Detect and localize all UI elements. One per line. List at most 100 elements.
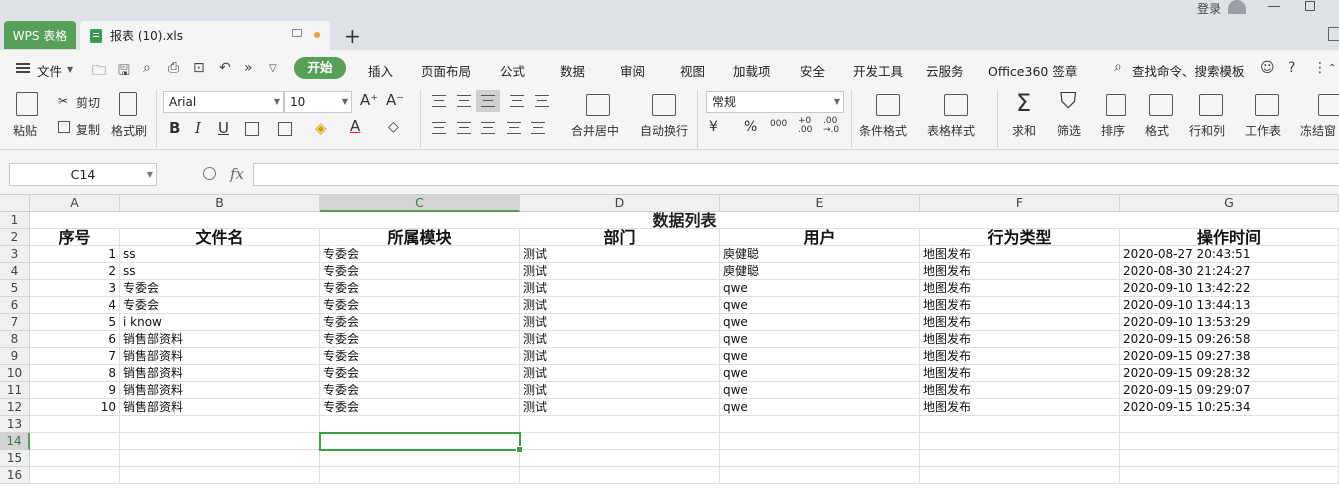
cell[interactable] <box>30 467 120 484</box>
data-cell[interactable]: 2 <box>30 263 120 280</box>
data-cell[interactable]: 2020-09-15 09:29:07 <box>1120 382 1339 399</box>
data-cell[interactable]: 销售部资料 <box>120 365 320 382</box>
filter-icon[interactable]: ⛉ <box>1060 89 1077 114</box>
data-cell[interactable]: 专委会 <box>320 280 520 297</box>
data-cell[interactable]: 地图发布 <box>920 365 1120 382</box>
bold-icon[interactable]: B <box>169 119 180 137</box>
data-cell[interactable]: 地图发布 <box>920 399 1120 416</box>
row-header-7[interactable]: 7 <box>0 314 30 331</box>
header-cell[interactable]: 行为类型 <box>920 229 1120 246</box>
data-cell[interactable]: 测试 <box>520 382 720 399</box>
row-header-9[interactable]: 9 <box>0 348 30 365</box>
minimize-icon[interactable] <box>1268 6 1280 7</box>
cell[interactable] <box>30 450 120 467</box>
cell[interactable] <box>30 416 120 433</box>
cell[interactable] <box>720 433 920 450</box>
more-icon[interactable]: » <box>244 60 253 76</box>
data-cell[interactable]: 地图发布 <box>920 280 1120 297</box>
cell-style-icon[interactable] <box>278 122 292 136</box>
font-color-icon[interactable]: A <box>350 117 360 135</box>
format-icon[interactable] <box>1149 94 1173 116</box>
data-cell[interactable]: 测试 <box>520 246 720 263</box>
data-cell[interactable]: 专委会 <box>320 348 520 365</box>
data-cell[interactable]: 2020-08-27 20:43:51 <box>1120 246 1339 263</box>
cell[interactable] <box>920 450 1120 467</box>
align-left-icon[interactable] <box>432 122 446 134</box>
command-search[interactable]: 查找命令、搜索模板 <box>1132 61 1245 80</box>
save-icon[interactable]: 🖫 <box>118 60 130 84</box>
data-cell[interactable]: 测试 <box>520 314 720 331</box>
name-box[interactable]: C14 ▼ <box>9 163 157 186</box>
data-cell[interactable]: 专委会 <box>320 314 520 331</box>
currency-icon[interactable]: ¥ <box>709 119 718 135</box>
data-cell[interactable]: 专委会 <box>120 280 320 297</box>
header-cell[interactable]: 用户 <box>720 229 920 246</box>
row-header-2[interactable]: 2 <box>0 229 30 246</box>
data-cell[interactable]: 专委会 <box>320 382 520 399</box>
column-header-g[interactable]: G <box>1120 195 1339 212</box>
paste-icon[interactable] <box>16 92 38 116</box>
data-cell[interactable]: 1 <box>30 246 120 263</box>
cell[interactable] <box>320 467 520 484</box>
data-cell[interactable]: 5 <box>30 314 120 331</box>
header-cell[interactable]: 文件名 <box>120 229 320 246</box>
data-cell[interactable]: 10 <box>30 399 120 416</box>
data-cell[interactable]: qwe <box>720 331 920 348</box>
justify-icon[interactable] <box>507 122 521 134</box>
data-cell[interactable]: 地图发布 <box>920 314 1120 331</box>
indent-increase-icon[interactable] <box>535 95 549 107</box>
cell[interactable] <box>920 467 1120 484</box>
filter-button[interactable]: 筛选 <box>1057 122 1081 139</box>
search-icon[interactable]: ⌕ <box>1114 59 1122 75</box>
data-cell[interactable]: 2020-09-15 09:28:32 <box>1120 365 1339 382</box>
maximize-icon[interactable] <box>1305 1 1315 11</box>
row-header-15[interactable]: 15 <box>0 450 30 467</box>
data-cell[interactable]: 专委会 <box>320 297 520 314</box>
align-middle-icon[interactable] <box>457 95 471 107</box>
data-cell[interactable]: 庾健聪 <box>720 246 920 263</box>
format-painter-button[interactable]: 格式刷 <box>111 122 147 139</box>
data-cell[interactable]: 专委会 <box>120 297 320 314</box>
menu-home[interactable]: 开始 <box>294 57 346 79</box>
menu-view[interactable]: 视图 <box>680 61 705 80</box>
comment-icon[interactable]: ☺ <box>1260 60 1275 76</box>
copy-icon[interactable] <box>58 121 70 133</box>
print-preview-icon[interactable]: ⌕ <box>143 60 151 76</box>
column-header-a[interactable]: A <box>30 195 120 212</box>
data-cell[interactable]: 测试 <box>520 331 720 348</box>
data-cell[interactable]: 专委会 <box>320 263 520 280</box>
data-cell[interactable]: 测试 <box>520 280 720 297</box>
data-cell[interactable]: 9 <box>30 382 120 399</box>
merge-center-icon[interactable] <box>586 94 610 116</box>
select-all-corner[interactable] <box>0 195 30 212</box>
data-cell[interactable]: 测试 <box>520 263 720 280</box>
customize-icon[interactable]: ▽ <box>269 63 277 74</box>
data-cell[interactable]: 专委会 <box>320 331 520 348</box>
format-painter-icon[interactable] <box>119 92 137 116</box>
table-style-button[interactable]: 表格样式 <box>927 122 975 139</box>
thousands-icon[interactable]: 000 <box>770 119 787 129</box>
undo-icon[interactable]: ↶ <box>219 60 231 76</box>
data-cell[interactable]: 3 <box>30 280 120 297</box>
data-cell[interactable]: ss <box>120 263 320 280</box>
increase-decimal-icon[interactable]: +0.00 <box>798 117 812 135</box>
row-header-1[interactable]: 1 <box>0 212 30 229</box>
row-header-6[interactable]: 6 <box>0 297 30 314</box>
menu-data[interactable]: 数据 <box>560 61 585 80</box>
print-icon[interactable]: ⎙ <box>168 60 179 76</box>
format-button[interactable]: 格式 <box>1145 122 1169 139</box>
data-cell[interactable]: 7 <box>30 348 120 365</box>
menu-office360[interactable]: Office360 签章 <box>988 61 1077 80</box>
cell[interactable] <box>320 450 520 467</box>
sum-button[interactable]: 求和 <box>1012 122 1036 139</box>
open-folder-icon[interactable]: 🗀 <box>92 60 106 84</box>
data-cell[interactable]: i know <box>120 314 320 331</box>
freeze-icon[interactable] <box>1318 94 1339 116</box>
row-header-11[interactable]: 11 <box>0 382 30 399</box>
data-cell[interactable]: qwe <box>720 297 920 314</box>
align-top-icon[interactable] <box>432 95 446 107</box>
data-cell[interactable]: 销售部资料 <box>120 382 320 399</box>
cell[interactable] <box>520 416 720 433</box>
data-cell[interactable]: 专委会 <box>320 365 520 382</box>
data-cell[interactable]: 2020-09-10 13:44:13 <box>1120 297 1339 314</box>
